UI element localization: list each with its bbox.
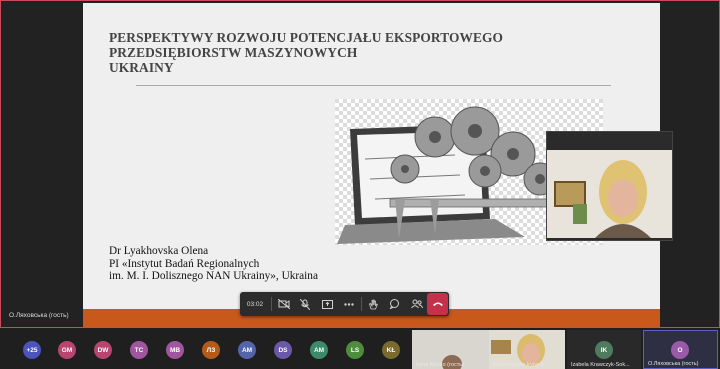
slide-title-line: PERSPEKTYWY ROZWOJU POTENCJAŁU EKSPORTOW… <box>109 30 504 45</box>
shared-screen-stage: PERSPEKTYWY ROZWOJU POTENCJAŁU EKSPORTOW… <box>0 0 720 328</box>
participant-video-tile[interactable]: Storonianska Iryna (г... <box>489 330 565 369</box>
more-icon[interactable] <box>338 292 360 316</box>
participant-avatar: IK <box>595 341 613 359</box>
participant-avatar[interactable]: AM <box>238 341 256 359</box>
presenter-video-frame <box>547 150 672 238</box>
presenter-name-label: О.Ляховська (гость) <box>9 312 69 319</box>
participant-avatar[interactable]: DW <box>94 341 112 359</box>
participant-avatar[interactable]: TC <box>130 341 148 359</box>
slide-title-line: UKRAINY <box>109 60 174 75</box>
hang-up-icon <box>432 302 443 306</box>
chat-icon[interactable] <box>384 292 406 316</box>
participant-avatar[interactable]: LS <box>346 341 364 359</box>
participant-tile-label: Iryna Mysko (гость) <box>416 362 464 368</box>
author-line: im. M. I. Dolisznego NAN Ukrainy», Ukrai… <box>109 270 318 282</box>
participant-avatar[interactable]: MB <box>166 341 184 359</box>
slide-title: PERSPEKTYWY ROZWOJU POTENCJAŁU EKSPORTOW… <box>109 30 503 75</box>
slide-author-block: Dr Lyakhovska Olena PI «Instytut Badań R… <box>109 245 318 283</box>
overflow-participants-badge[interactable]: +25 <box>23 341 41 359</box>
participant-tile-label: Storonianska Iryna (г... <box>493 362 549 368</box>
author-line: PI «Instytut Badań Regionalnych <box>109 257 260 270</box>
slide-title-line: PRZEDSIĘBIORSTW MASZYNOWYCH <box>109 45 358 60</box>
participant-tile[interactable]: IK Izabela Krawczyk-Sok... <box>567 330 641 369</box>
toolbar-separator <box>271 297 273 311</box>
mic-off-icon[interactable] <box>295 292 317 316</box>
author-line: Dr Lyakhovska Olena <box>109 245 209 257</box>
participant-avatar[interactable]: KŁ <box>382 341 400 359</box>
toolbar-separator <box>360 297 362 311</box>
raise-hand-icon[interactable] <box>362 292 384 316</box>
participant-tile-label: Izabela Krawczyk-Sok... <box>571 362 630 368</box>
participant-avatar: O <box>671 341 689 359</box>
camera-off-icon[interactable] <box>273 292 295 316</box>
call-timer: 03:02 <box>246 300 264 308</box>
meeting-toolbar: 03:02 <box>240 292 449 316</box>
participant-video-tile[interactable]: Iryna Mysko (гость) <box>412 330 489 369</box>
participant-avatar[interactable]: ЛЗ <box>202 341 220 359</box>
participant-avatar[interactable]: AM <box>310 341 328 359</box>
participant-avatar[interactable]: DS <box>274 341 292 359</box>
hang-up-button[interactable] <box>427 293 449 315</box>
presenter-video[interactable] <box>546 131 673 241</box>
participant-avatar[interactable]: GM <box>58 341 76 359</box>
participant-tile-label: О.Ляховська (гость) <box>648 361 699 367</box>
share-screen-icon[interactable] <box>316 292 338 316</box>
self-tile[interactable]: O О.Ляховська (гость) <box>643 330 718 369</box>
slide-divider <box>136 85 611 86</box>
participants-icon[interactable] <box>406 292 428 316</box>
